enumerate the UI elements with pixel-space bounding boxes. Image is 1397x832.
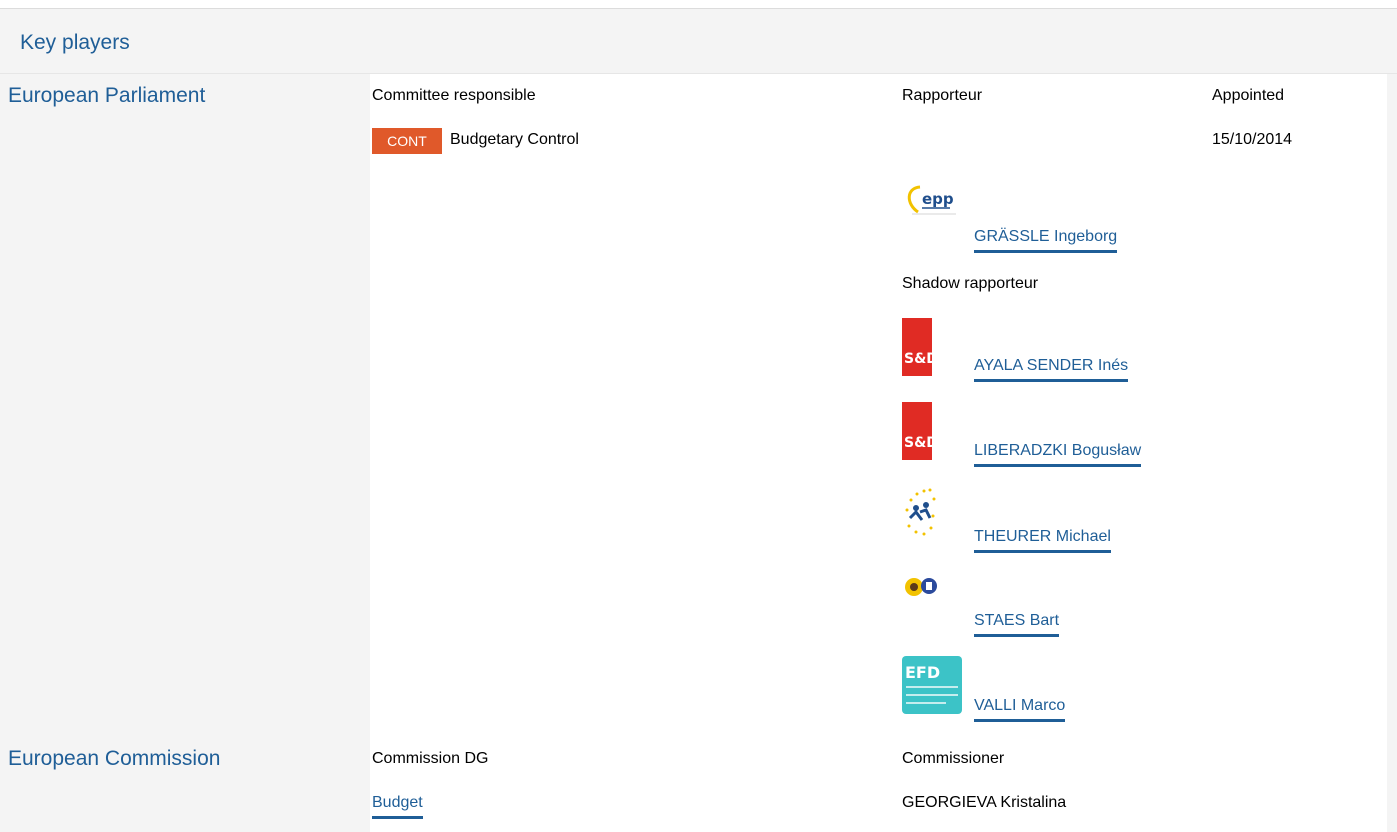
appointed-date: 15/10/2014 bbox=[1212, 131, 1293, 148]
rapporteur-header: Rapporteur bbox=[902, 87, 983, 104]
left-column bbox=[0, 74, 370, 832]
alde-logo-icon bbox=[902, 488, 966, 552]
efd-logo-icon: EFD bbox=[902, 656, 966, 720]
sd-logo-icon: S&D bbox=[902, 318, 966, 382]
parliament-label: European Parliament bbox=[8, 84, 206, 107]
shadow-rapporteur-link[interactable]: THEURER Michael bbox=[974, 528, 1111, 553]
svg-text:epp: epp bbox=[922, 190, 954, 208]
epp-logo-icon: epp bbox=[902, 184, 966, 248]
rapporteur-link[interactable]: GRÄSSLE Ingeborg bbox=[974, 228, 1118, 253]
svg-text:S&D: S&D bbox=[904, 435, 938, 451]
greens-efa-logo-icon bbox=[902, 573, 966, 637]
shadow-rapporteur-link[interactable]: AYALA SENDER Inés bbox=[974, 357, 1129, 382]
key-players-panel: Key players European Parliament Committe… bbox=[0, 0, 1397, 832]
commissioner-header: Commissioner bbox=[902, 750, 1005, 767]
sd-logo-icon: S&D bbox=[902, 402, 966, 466]
right-border bbox=[1387, 74, 1397, 832]
commission-dg-link[interactable]: Budget bbox=[372, 794, 423, 819]
section-header: Key players bbox=[0, 8, 1397, 74]
svg-text:S&D: S&D bbox=[904, 351, 938, 367]
shadow-rapporteur-label: Shadow rapporteur bbox=[902, 275, 1039, 292]
shadow-rapporteur-link[interactable]: STAES Bart bbox=[974, 612, 1060, 637]
shadow-rapporteur-link[interactable]: LIBERADZKI Bogusław bbox=[974, 442, 1142, 467]
commissioner-name: GEORGIEVA Kristalina bbox=[902, 794, 1067, 811]
section-title: Key players bbox=[20, 31, 130, 54]
committee-responsible-header: Committee responsible bbox=[372, 87, 536, 104]
appointed-header: Appointed bbox=[1212, 87, 1285, 104]
committee-name: Budgetary Control bbox=[450, 131, 579, 148]
svg-text:EFD: EFD bbox=[905, 663, 940, 682]
shadow-rapporteur-link[interactable]: VALLI Marco bbox=[974, 697, 1066, 722]
committee-badge: CONT bbox=[372, 128, 442, 154]
commission-dg-header: Commission DG bbox=[372, 750, 489, 767]
commission-label: European Commission bbox=[8, 747, 221, 770]
